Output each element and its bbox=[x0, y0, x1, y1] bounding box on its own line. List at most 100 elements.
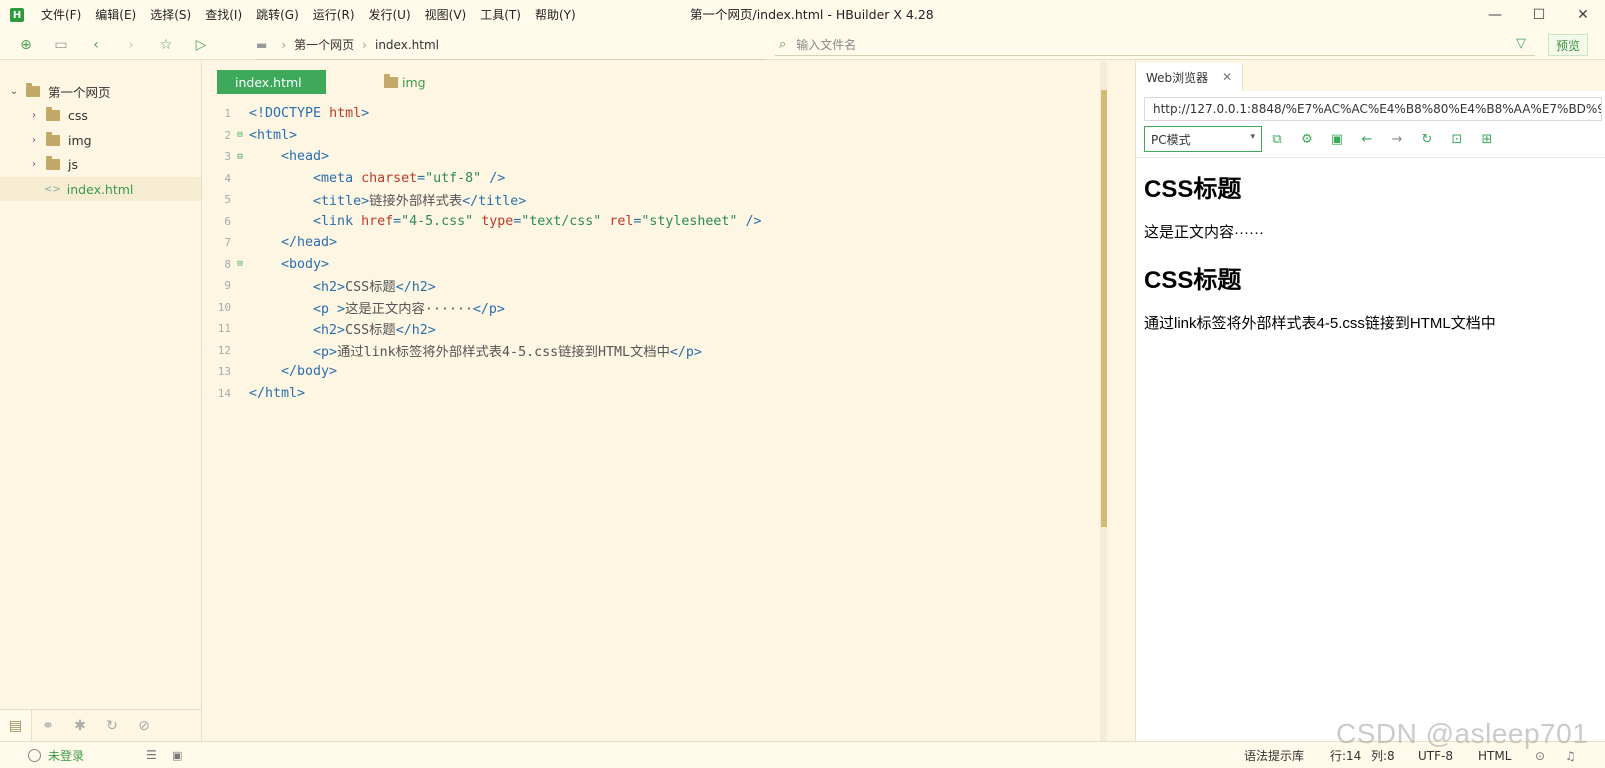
menu-bar: 文件(F) 编辑(E) 选择(S) 查找(I) 跳转(G) 运行(R) 发行(U) 视图(V)… bbox=[34, 0, 583, 30]
tree-item-js[interactable]: › js bbox=[0, 152, 201, 176]
tree-item-css[interactable]: › css bbox=[0, 103, 201, 127]
menu-item[interactable]: 运行(R) bbox=[306, 0, 362, 30]
editor-tabs: index.html img bbox=[217, 70, 444, 94]
code-line[interactable]: 8 ⊟ <body> bbox=[203, 254, 1123, 276]
user-icon bbox=[28, 748, 41, 762]
terminal-icon[interactable]: ▣ bbox=[172, 749, 182, 762]
line-number: 9 bbox=[224, 279, 231, 293]
close-icon[interactable]: ✕ bbox=[1222, 70, 1232, 84]
login-status[interactable]: 未登录 bbox=[28, 747, 84, 764]
fold-toggle-icon[interactable]: ⊟ bbox=[231, 130, 249, 140]
tab-img[interactable]: img bbox=[366, 70, 444, 94]
preview-button[interactable]: 预览 bbox=[1548, 34, 1588, 56]
tree-item-img[interactable]: › img bbox=[0, 128, 201, 152]
menu-item[interactable]: 文件(F) bbox=[34, 0, 88, 30]
code-editor: index.html img 1 <!DOCTYPE html> 2 ⊟ <html> 3… bbox=[203, 61, 1133, 741]
code-text: <body> bbox=[249, 257, 329, 272]
code-line[interactable]: 5 <title>链接外部样式表</title> bbox=[203, 189, 1123, 211]
chevron-right-icon[interactable]: › bbox=[28, 135, 40, 146]
code-token: "4-5.css" bbox=[401, 213, 474, 229]
tree-item-label: css bbox=[68, 107, 88, 123]
maximize-button[interactable]: ☐ bbox=[1517, 0, 1561, 30]
tab-web-browser[interactable]: Web浏览器 ✕ bbox=[1136, 63, 1244, 91]
code-token: = bbox=[393, 213, 402, 229]
tab-index-html[interactable]: index.html bbox=[217, 70, 326, 94]
fold-toggle-icon[interactable]: ⊟ bbox=[231, 152, 249, 162]
code-token: <body> bbox=[249, 256, 330, 272]
mode-select[interactable]: PC模式 bbox=[1144, 126, 1262, 152]
code-line[interactable]: 6 <link href="4-5.css" type="text/css" r… bbox=[203, 211, 1123, 233]
folder-icon bbox=[46, 106, 60, 121]
git-icon[interactable]: ↻ bbox=[96, 710, 128, 742]
save-icon[interactable]: ▭ bbox=[52, 36, 70, 54]
tree-item-label: 第一个网页 bbox=[48, 84, 111, 100]
run-icon[interactable]: ▷ bbox=[192, 36, 210, 54]
minimize-button[interactable]: — bbox=[1473, 0, 1517, 30]
qr-code-icon[interactable]: ⊞ bbox=[1472, 132, 1502, 147]
code-line[interactable]: 1 <!DOCTYPE html> bbox=[203, 103, 1123, 125]
code-line[interactable]: 10 <p >这是正文内容······</p> bbox=[203, 297, 1123, 319]
menu-item[interactable]: 编辑(E) bbox=[88, 0, 143, 30]
menu-item[interactable]: 工具(T) bbox=[473, 0, 528, 30]
fold-toggle-icon[interactable]: ⊟ bbox=[231, 259, 249, 269]
favorite-star-icon[interactable]: ☆ bbox=[157, 36, 175, 54]
breadcrumb-file[interactable]: index.html bbox=[375, 38, 439, 52]
menu-item[interactable]: 帮助(Y) bbox=[528, 0, 583, 30]
code-token: <p > bbox=[249, 301, 346, 317]
code-line[interactable]: 14 </html> bbox=[203, 383, 1123, 405]
title-bar: H 文件(F) 编辑(E) 选择(S) 查找(I) 跳转(G) 运行(R) 发行(U) 视图(… bbox=[0, 0, 1605, 30]
menu-item[interactable]: 发行(U) bbox=[362, 0, 418, 30]
window-title: 第一个网页/index.html - HBuilder X 4.28 bbox=[690, 7, 934, 22]
chevron-down-icon[interactable]: ⌄ bbox=[8, 86, 20, 97]
chevron-right-icon[interactable]: › bbox=[28, 110, 40, 121]
code-text: <head> bbox=[249, 149, 329, 164]
code-line[interactable]: 12 <p>通过link标签将外部样式表4-5.css链接到HTML文档中</p… bbox=[203, 340, 1123, 362]
code-line[interactable]: 11 <h2>CSS标题</h2> bbox=[203, 318, 1123, 340]
line-number: 10 bbox=[217, 300, 231, 314]
code-token: 这是正文内容······ bbox=[345, 301, 473, 317]
line-number: 8 bbox=[224, 257, 231, 271]
code-line[interactable]: 9 <h2>CSS标题</h2> bbox=[203, 275, 1123, 297]
lock-icon[interactable]: ⊡ bbox=[1442, 132, 1472, 147]
code-line[interactable]: 13 </body> bbox=[203, 361, 1123, 383]
refresh-icon[interactable]: ↻ bbox=[1412, 132, 1442, 147]
plugin-icon[interactable]: ⊘ bbox=[128, 710, 160, 742]
code-line[interactable]: 3 ⊟ <head> bbox=[203, 146, 1123, 168]
file-search-input[interactable] bbox=[796, 37, 1477, 52]
menu-item[interactable]: 跳转(G) bbox=[249, 0, 306, 30]
back-arrow-icon[interactable]: ← bbox=[1352, 132, 1382, 147]
chevron-right-icon[interactable]: › bbox=[28, 159, 40, 170]
open-external-icon[interactable]: ⧉ bbox=[1262, 132, 1292, 147]
code-line[interactable]: 4 <meta charset="utf-8" /> bbox=[203, 168, 1123, 190]
forward-arrow-icon[interactable]: → bbox=[1382, 132, 1412, 147]
breadcrumb-project[interactable]: 第一个网页 bbox=[294, 36, 354, 53]
syntax-library[interactable]: 语法提示库 bbox=[1244, 742, 1304, 768]
tree-item-project[interactable]: ⌄ 第一个网页 bbox=[0, 79, 201, 103]
code-line[interactable]: 2 ⊟ <html> bbox=[203, 125, 1123, 147]
debug-bug-icon[interactable]: ✱ bbox=[64, 710, 96, 742]
menu-item[interactable]: 查找(I) bbox=[198, 0, 249, 30]
menu-item[interactable]: 视图(V) bbox=[418, 0, 474, 30]
project-sidebar: ⌄ 第一个网页 › css › img › js <> index.html ▤… bbox=[0, 61, 202, 742]
breadcrumb: ▬ › 第一个网页 › index.html bbox=[256, 30, 766, 60]
code-text: </html> bbox=[249, 386, 305, 401]
hbuilder-logo-icon: H bbox=[10, 8, 24, 22]
tree-item-index-html[interactable]: <> index.html bbox=[0, 177, 201, 201]
new-file-icon[interactable]: ⊕ bbox=[17, 36, 35, 54]
binoculars-icon[interactable]: ⚭ bbox=[32, 710, 64, 742]
code-token: "text/css" bbox=[521, 213, 602, 229]
settings-gear-icon[interactable]: ⚙ bbox=[1292, 132, 1322, 147]
project-manager-icon[interactable]: ▤ bbox=[0, 709, 32, 742]
list-icon[interactable]: ☰ bbox=[146, 748, 157, 762]
menu-item[interactable]: 选择(S) bbox=[143, 0, 198, 30]
forward-icon[interactable]: › bbox=[122, 36, 140, 54]
code-token: </h2> bbox=[395, 323, 436, 339]
console-icon[interactable]: ▣ bbox=[1322, 132, 1352, 147]
editor-scrollbar-thumb[interactable] bbox=[1101, 90, 1107, 527]
url-input[interactable]: http://127.0.0.1:8848/%E7%AC%AC%E4%B8%80… bbox=[1144, 97, 1602, 121]
code-area[interactable]: 1 <!DOCTYPE html> 2 ⊟ <html> 3 ⊟ <head> 4 <meta… bbox=[203, 103, 1123, 404]
filter-icon[interactable]: ▽ bbox=[1516, 36, 1526, 51]
code-line[interactable]: 7 </head> bbox=[203, 232, 1123, 254]
close-button[interactable]: ✕ bbox=[1561, 0, 1605, 30]
back-icon[interactable]: ‹ bbox=[87, 36, 105, 54]
